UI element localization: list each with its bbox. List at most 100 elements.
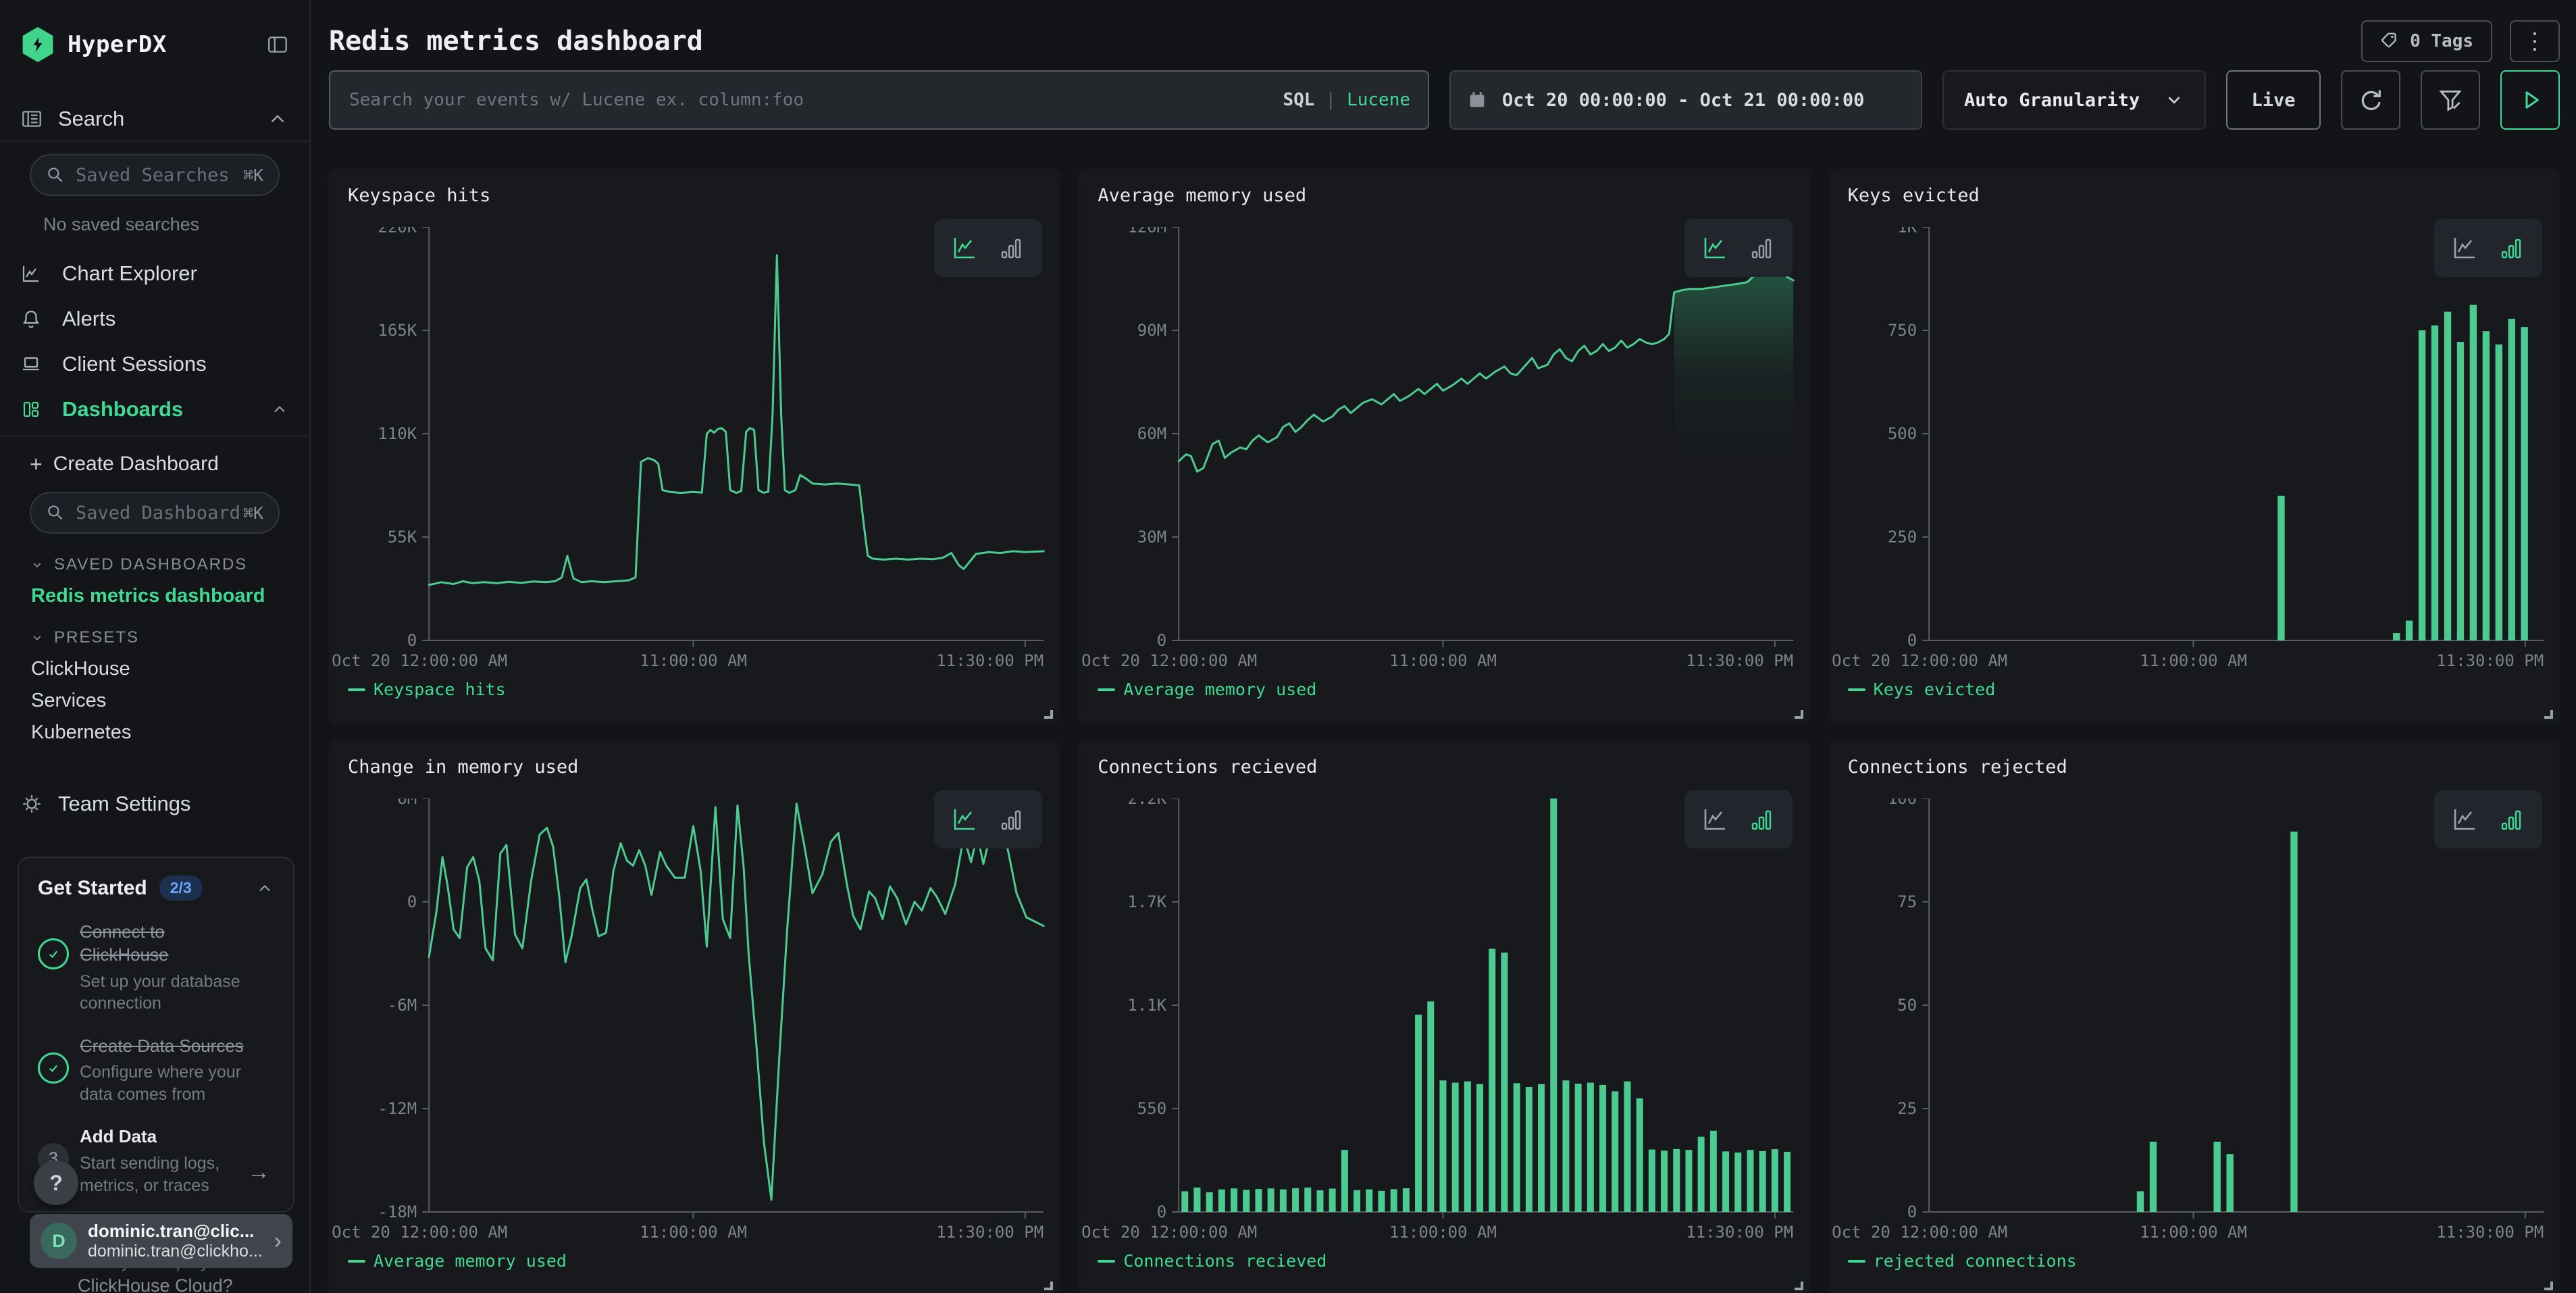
- avatar: D: [41, 1223, 77, 1259]
- saved-searches-search[interactable]: ⌘K: [30, 154, 280, 196]
- help-button[interactable]: ?: [34, 1161, 78, 1205]
- event-search-input[interactable]: [348, 89, 1283, 111]
- svg-text:550: 550: [1137, 1099, 1166, 1118]
- resize-handle[interactable]: [1795, 1282, 1803, 1290]
- saved-dashboards-section[interactable]: SAVED DASHBOARDS: [30, 553, 247, 577]
- legend-dash-icon: [1098, 1260, 1115, 1263]
- sidebar-item-chart-explorer[interactable]: Chart Explorer: [0, 251, 309, 296]
- filter-button[interactable]: [2421, 70, 2480, 130]
- tags-button[interactable]: 0 Tags: [2361, 20, 2492, 62]
- get-started-step[interactable]: Create Data SourcesConfigure where your …: [38, 1035, 274, 1106]
- chart-legend: rejected connections: [1848, 1251, 2077, 1271]
- bar-chart-toggle-icon[interactable]: [2498, 805, 2526, 834]
- svg-text:11:30:00 PM: 11:30:00 PM: [936, 1223, 1044, 1242]
- line-chart-toggle-icon[interactable]: [950, 234, 979, 262]
- sidebar-item-preset-kubernetes[interactable]: Kubernetes: [31, 719, 131, 746]
- sidebar-item-team-settings[interactable]: Team Settings: [0, 785, 309, 823]
- sidebar-item-redis-dashboard[interactable]: Redis metrics dashboard: [31, 582, 265, 609]
- dashboard-menu-button[interactable]: ⋮: [2510, 20, 2560, 62]
- svg-text:11:00:00 AM: 11:00:00 AM: [640, 1223, 747, 1242]
- bar-chart-toggle-icon[interactable]: [998, 805, 1026, 834]
- line-chart-toggle-icon[interactable]: [2450, 805, 2479, 834]
- resize-handle[interactable]: [1044, 710, 1053, 719]
- chart-panel: Change in memory used 6M0-6M-12M-18MOct …: [329, 740, 1060, 1293]
- chevron-up-icon[interactable]: [270, 400, 289, 419]
- user-name: dominic.tran@clic...: [88, 1221, 274, 1242]
- check-icon: [38, 1053, 69, 1084]
- line-chart-toggle-icon[interactable]: [2450, 234, 2479, 262]
- create-dashboard-button[interactable]: + Create Dashboard: [0, 447, 309, 481]
- sidebar-item-dashboards[interactable]: Dashboards: [0, 387, 309, 432]
- svg-text:250: 250: [1887, 528, 1916, 547]
- svg-text:75: 75: [1897, 892, 1917, 911]
- search-icon: [46, 503, 65, 522]
- user-email: dominic.tran@clickho...: [88, 1242, 274, 1261]
- chart-plot[interactable]: 2.2K1.7K1.1K5500Oct 20 12:00:00 AM11:00:…: [1079, 798, 1809, 1246]
- user-menu[interactable]: D dominic.tran@clic... dominic.tran@clic…: [30, 1214, 292, 1268]
- saved-dashboards-search[interactable]: ⌘K: [30, 492, 280, 534]
- chart-plot[interactable]: 1007550250Oct 20 12:00:00 AM11:00:00 AM1…: [1829, 798, 2560, 1246]
- play-icon: [2517, 86, 2544, 113]
- chart-plot[interactable]: 6M0-6M-12M-18MOct 20 12:00:00 AM11:00:00…: [329, 798, 1060, 1246]
- sql-toggle[interactable]: SQL: [1283, 90, 1314, 110]
- chart-legend: Average memory used: [348, 1251, 567, 1271]
- chart-plot[interactable]: 120M90M60M30M0Oct 20 12:00:00 AM11:00:00…: [1079, 227, 1809, 674]
- chevron-up-icon[interactable]: [255, 879, 274, 898]
- saved-dashboards-input[interactable]: [74, 502, 243, 524]
- svg-text:1K: 1K: [1897, 227, 1917, 236]
- bar-chart-toggle-icon[interactable]: [998, 234, 1026, 262]
- progress-badge: 2/3: [159, 876, 203, 901]
- line-chart-toggle-icon[interactable]: [950, 805, 979, 834]
- query-language-toggle[interactable]: SQL | Lucene: [1283, 90, 1410, 110]
- chart-plot[interactable]: 220K165K110K55K0Oct 20 12:00:00 AM11:00:…: [329, 227, 1060, 674]
- refresh-button[interactable]: [2341, 70, 2400, 130]
- sidebar-item-preset-clickhouse[interactable]: ClickHouse: [31, 655, 130, 682]
- legend-dash-icon: [1098, 688, 1115, 691]
- svg-text:6M: 6M: [397, 798, 417, 808]
- logo-row: HyperDX: [0, 24, 309, 65]
- presets-section[interactable]: PRESETS: [30, 626, 139, 650]
- svg-text:11:30:00 PM: 11:30:00 PM: [2436, 1223, 2544, 1242]
- svg-text:2.2K: 2.2K: [1128, 798, 1167, 808]
- saved-dashboards-section-label: SAVED DASHBOARDS: [54, 555, 247, 574]
- search-section-label: Search: [58, 107, 124, 131]
- sidebar-item-preset-services[interactable]: Services: [31, 687, 106, 714]
- chart-legend: Keyspace hits: [348, 680, 506, 699]
- resize-handle[interactable]: [1795, 710, 1803, 719]
- sidebar-item-alerts[interactable]: Alerts: [0, 297, 309, 341]
- sidebar-item-client-sessions[interactable]: Client Sessions: [0, 342, 309, 386]
- resize-handle[interactable]: [1044, 1282, 1053, 1290]
- bar-chart-toggle-icon[interactable]: [1748, 805, 1776, 834]
- line-chart-toggle-icon[interactable]: [1701, 805, 1729, 834]
- chart-plot[interactable]: 1K7505002500Oct 20 12:00:00 AM11:00:00 A…: [1829, 227, 2560, 674]
- chart-line-icon: [20, 263, 47, 284]
- granularity-select[interactable]: Auto Granularity: [1942, 70, 2206, 130]
- create-dashboard-label: Create Dashboard: [53, 453, 219, 476]
- event-search-bar[interactable]: SQL | Lucene: [329, 70, 1429, 130]
- live-button[interactable]: Live: [2226, 70, 2321, 130]
- svg-text:110K: 110K: [378, 424, 417, 443]
- svg-text:55K: 55K: [388, 528, 417, 547]
- resize-handle[interactable]: [2544, 710, 2553, 719]
- get-started-step[interactable]: Connect to ClickHouseSet up your databas…: [38, 921, 274, 1015]
- shortcut-badge: ⌘K: [243, 503, 263, 523]
- search-section-icon: [20, 107, 43, 130]
- svg-text:-12M: -12M: [378, 1099, 417, 1118]
- chart-title: Keyspace hits: [348, 185, 490, 206]
- chart-title: Average memory used: [1098, 185, 1306, 206]
- sidebar-section-search[interactable]: Search: [0, 99, 309, 139]
- chart-type-toggle: [2434, 790, 2542, 848]
- no-saved-searches-text: No saved searches: [0, 211, 309, 238]
- page-title: Redis metrics dashboard: [329, 26, 703, 57]
- lucene-toggle[interactable]: Lucene: [1347, 90, 1410, 110]
- team-settings-label: Team Settings: [58, 792, 190, 816]
- date-range-picker[interactable]: Oct 20 00:00:00 - Oct 21 00:00:00: [1449, 70, 1922, 130]
- sidebar-collapse-icon[interactable]: [266, 33, 289, 56]
- run-query-button[interactable]: [2500, 70, 2560, 130]
- resize-handle[interactable]: [2544, 1282, 2553, 1290]
- line-chart-toggle-icon[interactable]: [1701, 234, 1729, 262]
- chevron-up-icon[interactable]: [266, 107, 289, 130]
- bar-chart-toggle-icon[interactable]: [1748, 234, 1776, 262]
- bar-chart-toggle-icon[interactable]: [2498, 234, 2526, 262]
- saved-searches-input[interactable]: [74, 164, 243, 186]
